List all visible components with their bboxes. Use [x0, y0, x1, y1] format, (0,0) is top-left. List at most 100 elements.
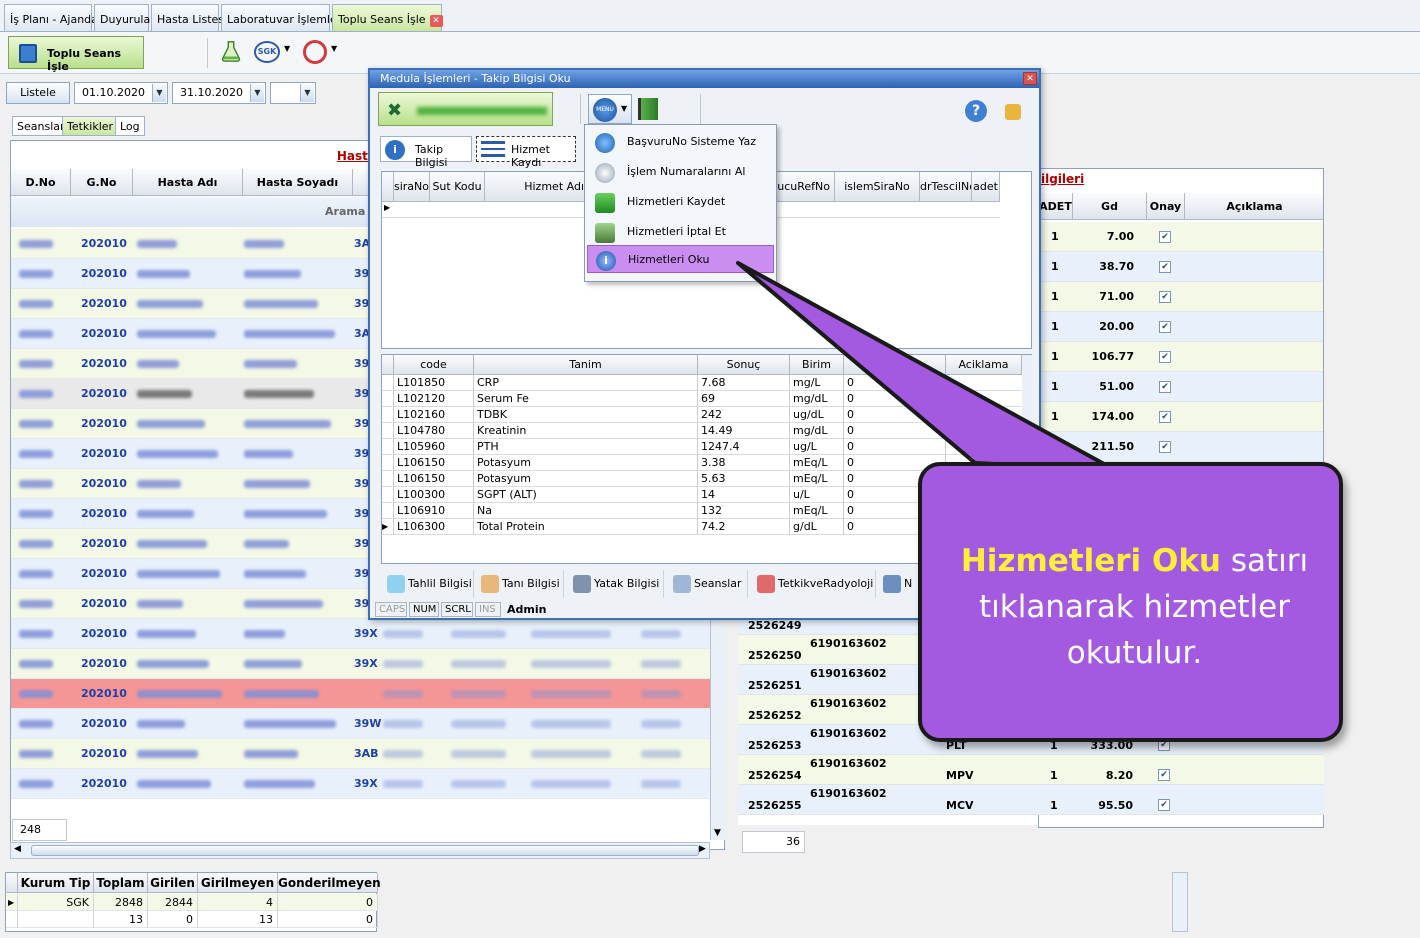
- gno-cell: 202010: [81, 417, 127, 430]
- table-row[interactable]: 202010 3AB: [11, 739, 724, 769]
- services-title: ilgileri: [1041, 172, 1085, 186]
- sgk-dropdown-icon[interactable]: ▼: [284, 44, 290, 53]
- menu-item-basvuru-yaz[interactable]: BaşvuruNo Sisteme Yaz: [587, 128, 774, 156]
- summary-scrollbar[interactable]: [1172, 872, 1188, 932]
- onay-checkbox[interactable]: ✔: [1159, 321, 1171, 333]
- menu-button[interactable]: MENU ▼: [588, 94, 632, 124]
- onay-checkbox[interactable]: ✔: [1159, 381, 1171, 393]
- table-row[interactable]: 202010 39X: [11, 619, 724, 649]
- subtab-tetkikler[interactable]: Tetkikler: [62, 116, 119, 136]
- scroll-down-icon[interactable]: ▼: [714, 828, 721, 838]
- tab-laboratuvar[interactable]: Laboratuvar İşlemleri: [221, 4, 344, 31]
- table-row[interactable]: 202010: [11, 679, 724, 709]
- scroll-thumb[interactable]: [31, 845, 699, 856]
- tab-hizmet-kaydi[interactable]: Hizmet Kaydı: [476, 136, 576, 169]
- menu-item-kaydet[interactable]: Hizmetleri Kaydet: [587, 188, 774, 216]
- onay-checkbox[interactable]: ✔: [1159, 231, 1171, 243]
- tab-more[interactable]: N: [880, 570, 920, 598]
- ministry-icon[interactable]: [303, 40, 327, 64]
- gno-cell: 202010: [81, 597, 127, 610]
- date-end-field[interactable]: 31.10.2020 ▼: [172, 82, 266, 104]
- extra-combo[interactable]: ▼: [270, 82, 316, 104]
- subtab-label: Log: [120, 120, 140, 133]
- subtab-log[interactable]: Log: [115, 116, 145, 136]
- gno-cell: 202010: [81, 747, 127, 760]
- tab-is-plani[interactable]: İş Planı - Ajanda: [4, 4, 98, 31]
- onay-checkbox[interactable]: ✔: [1158, 799, 1170, 811]
- ministry-dropdown-icon[interactable]: ▼: [331, 44, 337, 53]
- col-sut-kodu[interactable]: Sut Kodu: [430, 172, 485, 202]
- horizontal-scrollbar[interactable]: ◀ ▶: [10, 842, 710, 859]
- code-cell: L105960: [394, 439, 474, 455]
- close-tab-icon[interactable]: ✕: [429, 15, 443, 27]
- col-kurum-tip[interactable]: Kurum Tip: [18, 873, 94, 893]
- tab-duyurular[interactable]: Duyurular: [94, 4, 155, 31]
- onay-checkbox[interactable]: ✔: [1159, 411, 1171, 423]
- table-row[interactable]: 2526255 6190163602 MCV 1 95.50 ✔: [738, 785, 1324, 815]
- tab-tetkik-radyoloji[interactable]: TetkikveRadyoloji: [754, 570, 876, 598]
- chevron-down-icon[interactable]: ▼: [300, 84, 314, 102]
- tab-tani-bilgisi[interactable]: Tanı Bilgisi: [478, 570, 564, 598]
- gno-cell: 202010: [81, 657, 127, 670]
- col-adet[interactable]: adet: [972, 172, 1000, 202]
- col-gonderilmeyen[interactable]: Gonderilmeyen: [278, 873, 381, 893]
- col-islem-sira[interactable]: islemSiraNo: [835, 172, 920, 202]
- col-aciklama[interactable]: Açıklama: [1185, 193, 1323, 220]
- sgk-icon[interactable]: SGK: [254, 41, 280, 63]
- listele-button[interactable]: Listele: [6, 82, 70, 104]
- tab-hasta-listesi[interactable]: Hasta Listesi: [151, 4, 227, 31]
- date-start-field[interactable]: 01.10.2020 ▼: [74, 82, 168, 104]
- col-adet[interactable]: ADET: [1039, 193, 1073, 220]
- col-onay[interactable]: Onay: [1147, 193, 1185, 220]
- tab-tahlil-bilgisi[interactable]: Tahlil Bilgisi: [384, 570, 474, 598]
- col-hasta-adi[interactable]: Hasta Adı: [133, 169, 243, 196]
- tab-yatak-bilgisi[interactable]: Yatak Bilgisi: [570, 570, 664, 598]
- scroll-right-icon[interactable]: ▶: [699, 844, 706, 854]
- table-row[interactable]: 1 7.00 ✔: [1039, 222, 1323, 252]
- flask-icon[interactable]: [220, 40, 242, 62]
- table-row[interactable]: ▶ SGK 2848 2844 4 0: [6, 894, 378, 911]
- menu-item-islem-numara[interactable]: İşlem Numaralarını Al: [587, 158, 774, 186]
- onay-checkbox[interactable]: ✔: [1159, 441, 1171, 453]
- code-cell: L106910: [394, 503, 474, 519]
- col-dr-tescil[interactable]: drTescilNo: [920, 172, 972, 202]
- col-code[interactable]: code: [394, 355, 474, 375]
- menu-item-label: BaşvuruNo Sisteme Yaz: [627, 135, 756, 148]
- col-sirano[interactable]: siraNo: [394, 172, 430, 202]
- lock-icon[interactable]: [1005, 104, 1021, 120]
- col-dno[interactable]: D.No: [11, 169, 71, 196]
- redacted-name: [137, 510, 194, 518]
- table-row[interactable]: 202010 39W: [11, 709, 724, 739]
- onay-checkbox[interactable]: ✔: [1158, 769, 1170, 781]
- table-row[interactable]: 13 0 13 0: [6, 911, 378, 928]
- dialog-close-button[interactable]: ✖: [378, 92, 553, 126]
- col-gno[interactable]: G.No: [71, 169, 133, 196]
- redacted-col: [641, 720, 681, 728]
- table-row[interactable]: 202010 39X: [11, 649, 724, 679]
- col-toplam[interactable]: Toplam: [94, 873, 148, 893]
- onay-checkbox[interactable]: ✔: [1159, 291, 1171, 303]
- chevron-down-icon[interactable]: ▼: [250, 84, 264, 102]
- tab-seanslar[interactable]: Seanslar: [670, 570, 748, 598]
- close-icon[interactable]: ✕: [1023, 72, 1037, 85]
- table-row[interactable]: 202010 39X: [11, 769, 724, 799]
- col-gd[interactable]: Gd: [1073, 193, 1147, 220]
- menu-item-iptal[interactable]: Hizmetleri İptal Et: [587, 218, 774, 246]
- col-tanim[interactable]: Tanim: [474, 355, 698, 375]
- chevron-down-icon[interactable]: ▼: [152, 84, 166, 102]
- subtab-seanslar[interactable]: Seanslar: [12, 116, 70, 136]
- onay-checkbox[interactable]: ✔: [1159, 261, 1171, 273]
- onay-checkbox[interactable]: ✔: [1159, 351, 1171, 363]
- tab-takip-bilgisi[interactable]: i Takip Bilgisi: [380, 136, 472, 169]
- col-girilmeyen[interactable]: Girilmeyen: [198, 873, 278, 893]
- redacted-name: [137, 720, 185, 728]
- scroll-left-icon[interactable]: ◀: [14, 844, 21, 854]
- help-icon[interactable]: ?: [965, 100, 987, 122]
- redacted-col: [383, 660, 423, 668]
- gno-cell: 202010: [81, 297, 127, 310]
- toplu-seans-button[interactable]: Toplu Seans İşle: [8, 36, 144, 73]
- tab-toplu-seans[interactable]: Toplu Seans İşle ✕: [332, 4, 443, 31]
- col-girilen[interactable]: Girilen: [148, 873, 198, 893]
- col-hasta-soyadi[interactable]: Hasta Soyadı: [243, 169, 353, 196]
- flag-icon[interactable]: [638, 98, 658, 120]
